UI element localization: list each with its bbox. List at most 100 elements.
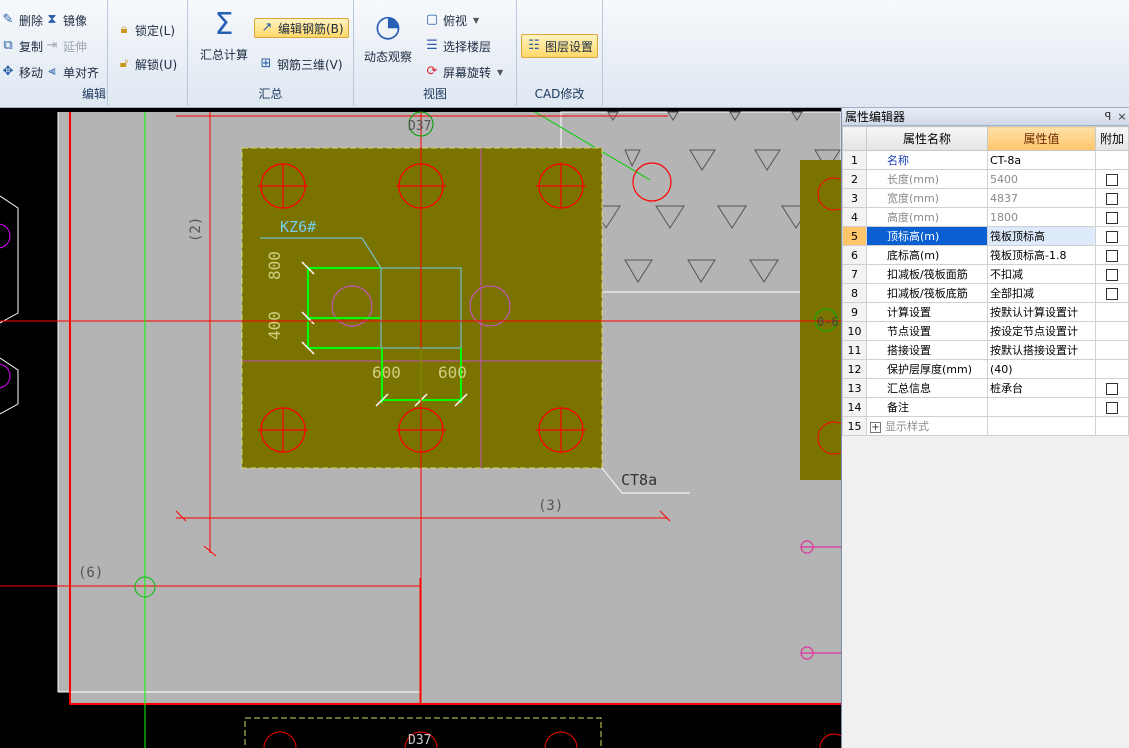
property-name[interactable]: 计算设置 <box>866 302 988 322</box>
extra-checkbox[interactable] <box>1106 249 1118 262</box>
property-row[interactable]: 11 搭接设置 按默认搭接设置计 <box>842 340 1129 360</box>
delete-button[interactable]: ✎ 删除 <box>0 10 43 30</box>
property-row[interactable]: 6 底标高(m) 筏板顶标高-1.8 <box>842 245 1129 265</box>
property-row[interactable]: 1 名称 CT-8a <box>842 150 1129 170</box>
property-name-text: 搭接设置 <box>887 344 931 357</box>
floor-icon: ☰ <box>426 38 438 53</box>
extra-checkbox[interactable] <box>1106 173 1118 186</box>
property-name[interactable]: 汇总信息 <box>866 378 988 398</box>
extend-button[interactable]: ⇥ 延伸 <box>44 36 87 56</box>
property-name[interactable]: + 显示样式 <box>866 416 988 436</box>
property-row[interactable]: 5 顶标高(m) 筏板顶标高 <box>842 226 1129 246</box>
property-row[interactable]: 14 备注 <box>842 397 1129 417</box>
ribbon-toolbar: ✎ 删除 ⧗ 镜像 ⧉ 复制 ⇥ 延伸 ✥ 移动 ⫷ 单对齐 🔒︎ 锁定(L) 🔓︎ 解锁(U)… <box>0 0 1129 108</box>
edit-group-label: 编辑 <box>81 87 106 101</box>
property-value[interactable]: 筏板顶标高-1.8 <box>987 245 1096 265</box>
row-number: 2 <box>842 169 867 189</box>
extra-checkbox[interactable] <box>1106 230 1118 243</box>
cad-drawing[interactable]: KZ6# 800 400 600 600 CT8a (2) (3) (6) D3… <box>0 108 841 748</box>
lock-button[interactable]: 🔒︎ 锁定(L) <box>116 20 176 40</box>
header-name[interactable]: 属性名称 <box>866 126 988 151</box>
property-row[interactable]: 2 长度(mm) 5400 <box>842 169 1129 189</box>
property-row[interactable]: 13 汇总信息 桩承台 <box>842 378 1129 398</box>
move-button[interactable]: ✥ 移动 <box>0 62 43 82</box>
dim-400-label: 400 <box>265 311 284 340</box>
property-name[interactable]: 扣减板/筏板面筋 <box>866 264 988 284</box>
extra-checkbox[interactable] <box>1106 211 1118 224</box>
property-row[interactable]: 8 扣减板/筏板底筋 全部扣减 <box>842 283 1129 303</box>
property-name-text: 节点设置 <box>887 325 931 338</box>
cube-icon: ▢ <box>425 12 439 27</box>
extra-checkbox[interactable] <box>1106 401 1118 414</box>
property-row[interactable]: 15 + 显示样式 <box>842 416 1129 436</box>
property-value[interactable]: 按默认搭接设置计 <box>987 340 1096 360</box>
edit-rebar-button[interactable]: ↗ 编辑钢筋(B) <box>254 18 349 38</box>
drawing-canvas[interactable]: KZ6# 800 400 600 600 CT8a (2) (3) (6) D3… <box>0 108 841 748</box>
extra-checkbox[interactable] <box>1106 192 1118 205</box>
property-editor-titlebar: 属性编辑器 ꟼ × <box>842 108 1129 126</box>
property-name[interactable]: 保护层厚度(mm) <box>866 359 988 379</box>
property-value[interactable]: 全部扣减 <box>987 283 1096 303</box>
extra-checkbox[interactable] <box>1106 287 1118 300</box>
property-name[interactable]: 扣减板/筏板底筋 <box>866 283 988 303</box>
property-value[interactable]: 筏板顶标高 <box>987 226 1096 246</box>
property-name-text: 扣减板/筏板底筋 <box>887 287 968 300</box>
property-value[interactable]: 1800 <box>987 207 1096 227</box>
header-num <box>842 126 867 151</box>
dynamic-view-button[interactable]: ◔ 动态观察 <box>360 10 416 65</box>
axis-label-6: (6) <box>78 565 103 581</box>
property-value[interactable] <box>987 397 1096 417</box>
property-row[interactable]: 9 计算设置 按默认计算设置计 <box>842 302 1129 322</box>
property-value[interactable]: 不扣减 <box>987 264 1096 284</box>
property-name-text: 宽度(mm) <box>887 192 940 205</box>
property-row[interactable]: 3 宽度(mm) 4837 <box>842 188 1129 208</box>
mirror-button[interactable]: ⧗ 镜像 <box>44 10 87 30</box>
copy-button[interactable]: ⧉ 复制 <box>0 36 43 56</box>
layer-settings-button[interactable]: ☷ 图层设置 <box>521 34 599 58</box>
property-value[interactable]: 按默认计算设置计 <box>987 302 1096 322</box>
unlock-button[interactable]: 🔓︎ 解锁(U) <box>116 54 177 74</box>
property-value[interactable] <box>987 416 1096 436</box>
property-extra <box>1095 340 1129 360</box>
property-name[interactable]: 底标高(m) <box>866 245 988 265</box>
property-row[interactable]: 7 扣减板/筏板面筋 不扣减 <box>842 264 1129 284</box>
property-name[interactable]: 高度(mm) <box>866 207 988 227</box>
screen-rotate-button[interactable]: ⟳ 屏幕旋转 ▼ <box>424 62 504 82</box>
property-value[interactable]: (40) <box>987 359 1096 379</box>
extra-checkbox[interactable] <box>1106 382 1118 395</box>
property-name[interactable]: 宽度(mm) <box>866 188 988 208</box>
property-name[interactable]: 名称 <box>866 150 988 170</box>
pile-cap-ct8a[interactable] <box>241 147 603 469</box>
property-name[interactable]: 长度(mm) <box>866 169 988 189</box>
pin-icon[interactable]: ꟼ <box>1101 110 1115 123</box>
property-name-text: 保护层厚度(mm) <box>887 363 973 376</box>
select-floor-button[interactable]: ☰ 选择楼层 <box>424 36 491 56</box>
property-value[interactable]: 按设定节点设置计 <box>987 321 1096 341</box>
side-axis-label: 0-6 <box>817 315 839 329</box>
property-value[interactable]: 4837 <box>987 188 1096 208</box>
close-icon[interactable]: × <box>1115 110 1129 123</box>
property-value[interactable]: 5400 <box>987 169 1096 189</box>
property-name[interactable]: 搭接设置 <box>866 340 988 360</box>
unlock-icon: 🔓︎ <box>119 56 129 71</box>
property-name[interactable]: 顶标高(m) <box>866 226 988 246</box>
header-extra[interactable]: 附加 <box>1095 126 1129 151</box>
property-row[interactable]: 4 高度(mm) 1800 <box>842 207 1129 227</box>
property-value[interactable]: 桩承台 <box>987 378 1096 398</box>
extra-checkbox[interactable] <box>1106 268 1118 281</box>
row-number: 14 <box>842 397 867 417</box>
rebar-3d-button[interactable]: ⊞ 钢筋三维(V) <box>258 54 343 74</box>
summary-calc-button[interactable]: Σ 汇总计算 <box>196 8 252 63</box>
expand-icon[interactable]: + <box>870 422 881 433</box>
lock-icon: 🔒︎ <box>120 22 128 37</box>
row-number: 9 <box>842 302 867 322</box>
property-name[interactable]: 备注 <box>866 397 988 417</box>
property-value[interactable]: CT-8a <box>987 150 1096 170</box>
header-value[interactable]: 属性值 <box>987 126 1096 151</box>
property-name[interactable]: 节点设置 <box>866 321 988 341</box>
align-button[interactable]: ⫷ 单对齐 <box>44 62 99 82</box>
property-name-text: 备注 <box>887 401 909 414</box>
property-row[interactable]: 12 保护层厚度(mm) (40) <box>842 359 1129 379</box>
property-row[interactable]: 10 节点设置 按设定节点设置计 <box>842 321 1129 341</box>
top-view-button[interactable]: ▢ 俯视 ▼ <box>424 10 479 30</box>
